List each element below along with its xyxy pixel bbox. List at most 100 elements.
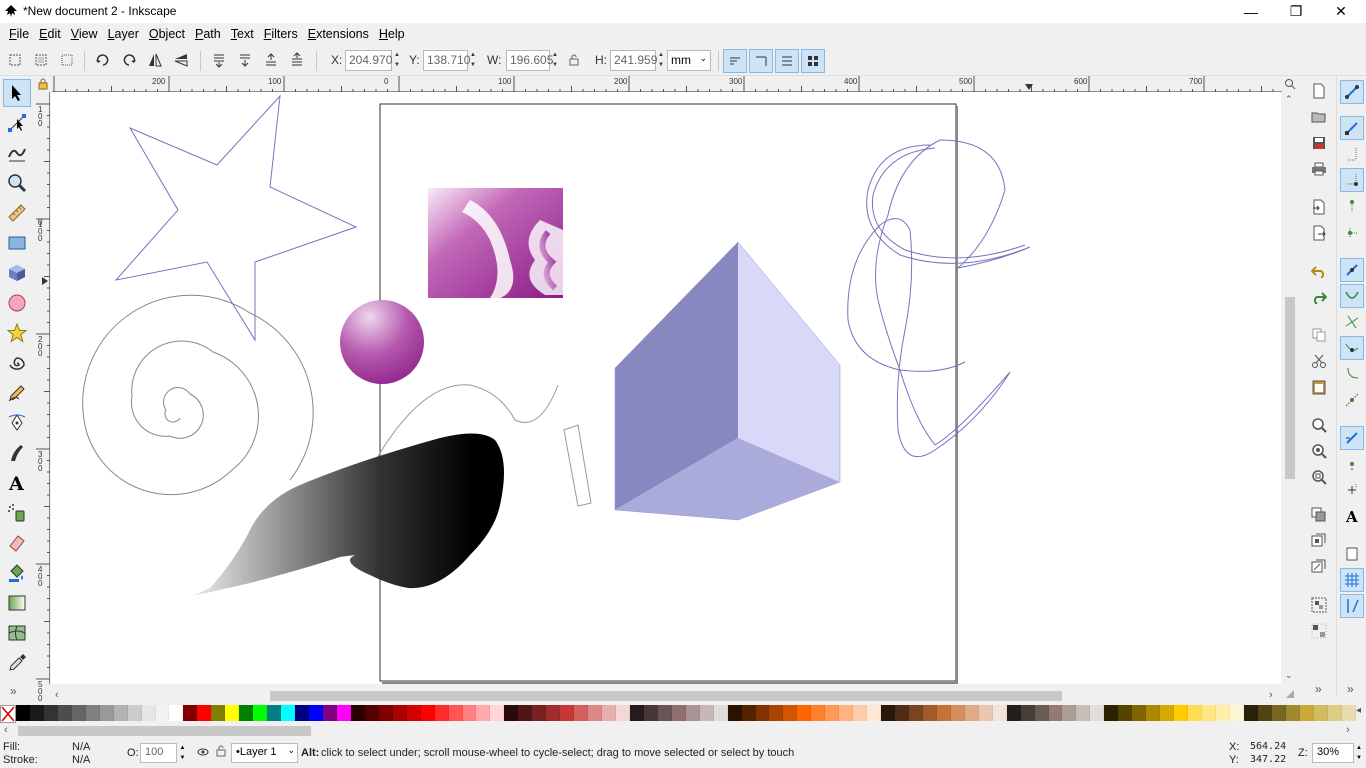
canvas-corner-icon[interactable] (1284, 688, 1296, 702)
color-swatch[interactable] (741, 705, 756, 721)
color-swatch[interactable] (1215, 705, 1230, 721)
toolbox-overflow-icon[interactable]: » (10, 684, 17, 698)
dropper-tool[interactable] (3, 649, 31, 677)
color-swatch[interactable] (364, 705, 379, 721)
menu-layer[interactable]: Layer (103, 23, 144, 45)
color-swatch[interactable] (895, 705, 909, 721)
color-swatch[interactable] (922, 705, 937, 721)
clone-icon[interactable] (1307, 530, 1331, 552)
color-swatch[interactable] (113, 705, 128, 721)
menu-help[interactable]: Help (374, 23, 410, 45)
color-swatch[interactable] (783, 705, 798, 721)
snap-path-intersections-toggle[interactable] (1340, 310, 1364, 334)
restore-button[interactable]: ❐ (1273, 0, 1319, 23)
color-swatch[interactable] (1243, 705, 1258, 721)
color-swatch[interactable] (1104, 705, 1119, 721)
scroll-left-icon[interactable]: ‹ (55, 689, 59, 701)
raise-to-top-icon[interactable] (286, 49, 308, 71)
import-icon[interactable] (1307, 196, 1331, 218)
color-swatch[interactable] (909, 705, 923, 721)
color-swatch[interactable] (406, 705, 421, 721)
w-input[interactable]: 196.605 (506, 50, 553, 71)
deselect-icon[interactable] (56, 49, 78, 71)
scroll-right-icon[interactable]: › (1269, 689, 1273, 701)
selector-tool[interactable] (3, 79, 31, 107)
color-swatch[interactable] (936, 705, 951, 721)
lock-icon[interactable] (564, 49, 584, 71)
flip-vertical-icon[interactable] (170, 49, 192, 71)
snap-cusp-nodes-toggle[interactable] (1340, 336, 1364, 360)
color-swatch[interactable] (490, 705, 505, 721)
select-all-icon[interactable] (4, 49, 26, 71)
color-swatch[interactable] (1229, 705, 1244, 721)
color-swatch[interactable] (1076, 705, 1091, 721)
3d-box-tool[interactable] (3, 259, 31, 287)
color-swatch[interactable] (867, 705, 882, 721)
save-icon[interactable] (1307, 132, 1331, 154)
color-swatch[interactable] (462, 705, 477, 721)
color-swatch[interactable] (1090, 705, 1105, 721)
color-swatch[interactable] (685, 705, 700, 721)
color-swatch[interactable] (99, 705, 114, 721)
color-swatch[interactable] (1188, 705, 1203, 721)
color-swatch[interactable] (1146, 705, 1161, 721)
snap-smooth-nodes-toggle[interactable] (1340, 362, 1364, 386)
cut-icon[interactable] (1307, 350, 1331, 372)
color-swatch[interactable] (1299, 705, 1314, 721)
color-swatch[interactable] (853, 705, 868, 721)
new-document-icon[interactable] (1307, 80, 1331, 102)
star-tool[interactable] (3, 319, 31, 347)
color-swatch[interactable] (713, 705, 728, 721)
color-swatch[interactable] (16, 705, 30, 721)
snap-bbox-centers-toggle[interactable] (1340, 220, 1364, 244)
color-swatch[interactable] (378, 705, 393, 721)
select-all-layers-icon[interactable] (30, 49, 52, 71)
zoom-drawing-icon[interactable] (1307, 440, 1331, 462)
vertical-scrollbar[interactable]: ⌃ ⌄ (1282, 92, 1298, 686)
vertical-scroll-thumb[interactable] (1285, 297, 1295, 479)
color-swatch[interactable] (727, 705, 742, 721)
color-swatch[interactable] (825, 705, 840, 721)
color-swatch[interactable] (309, 705, 323, 721)
color-swatch[interactable] (281, 705, 296, 721)
paint-bucket-tool[interactable] (3, 559, 31, 587)
opacity-input[interactable]: 100 (140, 743, 177, 763)
group-icon[interactable] (1307, 594, 1331, 616)
scale-stroke-toggle[interactable] (723, 49, 747, 73)
color-swatch[interactable] (992, 705, 1007, 721)
color-swatch[interactable] (671, 705, 686, 721)
color-swatch[interactable] (615, 705, 630, 721)
canvas-drawing[interactable] (51, 92, 1281, 684)
rotate-cw-icon[interactable] (118, 49, 140, 71)
color-swatch[interactable] (1020, 705, 1035, 721)
color-swatch[interactable] (57, 705, 72, 721)
layer-select[interactable]: •Layer 1 ⌄ (231, 743, 298, 763)
snap-object-centers-toggle[interactable] (1340, 452, 1364, 476)
open-folder-icon[interactable] (1307, 106, 1331, 128)
color-swatch[interactable] (755, 705, 770, 721)
color-swatch[interactable] (1006, 705, 1021, 721)
rectangle-tool[interactable] (3, 229, 31, 257)
color-swatch[interactable] (267, 705, 282, 721)
transform-patterns-toggle[interactable] (801, 49, 825, 73)
palette-scroll-thumb[interactable] (18, 726, 311, 736)
tweak-tool[interactable] (3, 139, 31, 167)
menu-file[interactable]: File (4, 23, 34, 45)
color-swatch[interactable] (350, 705, 365, 721)
color-swatch[interactable] (392, 705, 407, 721)
color-swatch[interactable] (169, 705, 184, 721)
color-swatch[interactable] (434, 705, 449, 721)
color-swatch[interactable] (1257, 705, 1272, 721)
color-swatch[interactable] (839, 705, 854, 721)
snap-nodes-toggle[interactable] (1340, 258, 1364, 282)
unlink-clone-icon[interactable] (1307, 556, 1331, 578)
snap-others-toggle[interactable] (1340, 426, 1364, 450)
color-swatch[interactable] (629, 705, 644, 721)
color-swatch[interactable] (336, 705, 351, 721)
palette-menu-icon[interactable]: ◂ (1356, 705, 1366, 723)
color-swatch[interactable] (183, 705, 198, 721)
h-stepper[interactable]: ▲ ▼ (656, 50, 666, 71)
gradient-tool[interactable] (3, 589, 31, 617)
ruler-corner-lock-icon[interactable] (38, 78, 48, 90)
spray-tool[interactable] (3, 499, 31, 527)
